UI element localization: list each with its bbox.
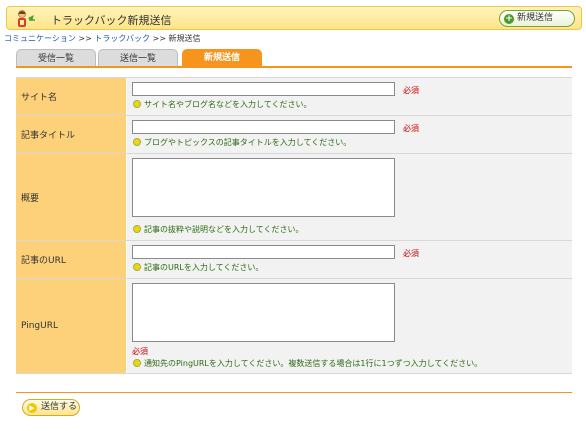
ping-url-cell: 必須 通知先のPingURLを入力してください。複数送信する場合は1行に1つずつ… [127, 279, 572, 373]
plus-icon: + [504, 14, 514, 24]
row-article-url: 記事のURL 必須 記事のURLを入力してください。 [16, 241, 572, 279]
article-url-hint-text: 記事のURLを入力してください。 [144, 263, 264, 272]
tab-sent-list[interactable]: 送信一覧 [98, 49, 178, 67]
article-title-cell: 必須 ブログやトピックスの記事タイトルを入力してください。 [127, 116, 572, 153]
page-title: トラックバック新規送信 [51, 14, 172, 27]
tab-new-send[interactable]: 新規送信 [182, 49, 262, 67]
ping-url-label: PingURL [16, 279, 126, 373]
article-title-input[interactable] [132, 120, 395, 134]
breadcrumb-communication[interactable]: コミュニケーション [4, 34, 76, 43]
tab-received-list[interactable]: 受信一覧 [16, 49, 96, 67]
summary-hint-text: 記事の抜粋や説明などを入力してください。 [144, 225, 304, 234]
site-name-hint: サイト名やブログ名などを入力してください。 [133, 99, 312, 110]
site-name-input[interactable] [132, 82, 395, 96]
site-name-cell: 必須 サイト名やブログ名などを入力してください。 [127, 78, 572, 115]
article-url-hint: 記事のURLを入力してください。 [133, 262, 263, 273]
row-site-name: サイト名 必須 サイト名やブログ名などを入力してください。 [16, 78, 572, 116]
summary-cell: 記事の抜粋や説明などを入力してください。 [127, 154, 572, 240]
summary-label: 概要 [16, 154, 126, 240]
row-article-title: 記事タイトル 必須 ブログやトピックスの記事タイトルを入力してください。 [16, 116, 572, 154]
ping-url-required: 必須 [132, 347, 148, 356]
row-summary: 概要 記事の抜粋や説明などを入力してください。 [16, 154, 572, 241]
article-url-label: 記事のURL [16, 241, 126, 278]
breadcrumb-separator: >> [78, 34, 92, 43]
ping-url-textarea[interactable] [132, 283, 395, 342]
article-title-label: 記事タイトル [16, 116, 126, 153]
trackback-form: サイト名 必須 サイト名やブログ名などを入力してください。 記事タイトル 必須 … [16, 77, 572, 374]
site-name-required: 必須 [403, 86, 419, 95]
article-title-hint-text: ブログやトピックスの記事タイトルを入力してください。 [144, 138, 352, 147]
title-bar: トラックバック新規送信 + 新規送信 [6, 6, 582, 30]
hint-bulb-icon [133, 359, 141, 367]
submit-button[interactable]: ▶ 送信する [22, 399, 80, 416]
article-url-cell: 必須 記事のURLを入力してください。 [127, 241, 572, 278]
row-ping-url: PingURL 必須 通知先のPingURLを入力してください。複数送信する場合… [16, 279, 572, 374]
hint-bulb-icon [133, 225, 141, 233]
breadcrumb-current: 新規送信 [168, 34, 201, 43]
breadcrumb-separator: >> [152, 34, 166, 43]
site-name-hint-text: サイト名やブログ名などを入力してください。 [144, 100, 312, 109]
breadcrumb-trackback[interactable]: トラックバック [94, 34, 150, 43]
ping-url-hint-text: 通知先のPingURLを入力してください。複数送信する場合は1行に1つずつ入力し… [144, 359, 483, 368]
submit-label: 送信する [41, 402, 78, 412]
new-send-label: 新規送信 [517, 13, 554, 23]
ping-url-hint: 通知先のPingURLを入力してください。複数送信する場合は1行に1つずつ入力し… [133, 358, 482, 369]
site-name-label: サイト名 [16, 78, 126, 115]
new-send-button[interactable]: + 新規送信 [499, 10, 575, 27]
article-title-hint: ブログやトピックスの記事タイトルを入力してください。 [133, 137, 351, 148]
arrow-right-icon: ▶ [27, 403, 37, 413]
summary-hint: 記事の抜粋や説明などを入力してください。 [133, 224, 304, 235]
tab-divider [16, 66, 572, 68]
hint-bulb-icon [133, 138, 141, 146]
article-url-input[interactable] [132, 245, 395, 259]
breadcrumb: コミュニケーション >> トラックバック >> 新規送信 [4, 33, 200, 44]
hint-bulb-icon [133, 100, 141, 108]
hint-bulb-icon [133, 263, 141, 271]
form-bottom-divider [16, 392, 572, 393]
summary-textarea[interactable] [132, 158, 395, 217]
trackback-app-icon [18, 10, 35, 27]
article-url-required: 必須 [403, 249, 419, 258]
article-title-required: 必須 [403, 124, 419, 133]
